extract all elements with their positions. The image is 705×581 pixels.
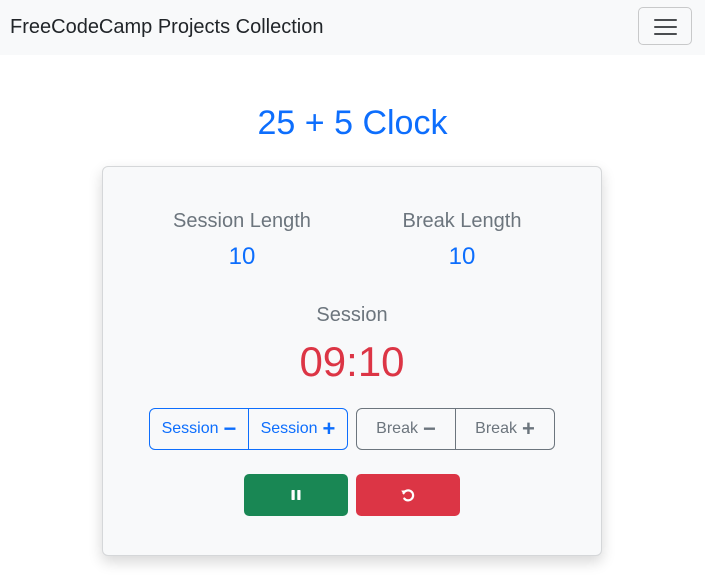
minus-icon: − (422, 416, 436, 441)
session-decrement-label: Session (161, 420, 219, 437)
page-title: 25 + 5 Clock (257, 104, 448, 142)
hamburger-icon-bar (654, 26, 677, 28)
break-increment-button[interactable]: Break + (455, 409, 554, 449)
session-length-value: 10 (228, 243, 256, 270)
timer-label: Session (316, 304, 388, 326)
timer-display: 09:10 (299, 338, 405, 385)
break-increment-label: Break (475, 420, 517, 437)
hamburger-icon (654, 19, 677, 21)
pause-icon (291, 490, 301, 500)
navbar-toggler-button[interactable] (638, 7, 692, 45)
break-length-value: 10 (448, 243, 476, 270)
session-decrement-button[interactable]: Session − (150, 409, 248, 449)
navbar: FreeCodeCamp Projects Collection (0, 0, 705, 55)
reset-icon (401, 489, 415, 502)
play-pause-button[interactable] (244, 474, 348, 516)
hamburger-icon-bar (654, 33, 677, 35)
session-length-controls: Session − Session + (149, 408, 348, 450)
reset-button[interactable] (356, 474, 460, 516)
minus-icon: − (223, 416, 237, 441)
break-length-label: Break Length (402, 210, 522, 232)
navbar-brand[interactable]: FreeCodeCamp Projects Collection (10, 16, 323, 39)
clock-card: Session Length 10 Break Length 10 Sessio… (102, 166, 602, 556)
session-increment-label: Session (260, 420, 318, 437)
break-decrement-label: Break (376, 420, 418, 437)
plus-icon: + (521, 416, 535, 441)
break-length-controls: Break − Break + (356, 408, 555, 450)
session-length-label: Session Length (173, 210, 311, 232)
session-increment-button[interactable]: Session + (248, 409, 347, 449)
plus-icon: + (322, 416, 336, 441)
break-decrement-button[interactable]: Break − (357, 409, 455, 449)
